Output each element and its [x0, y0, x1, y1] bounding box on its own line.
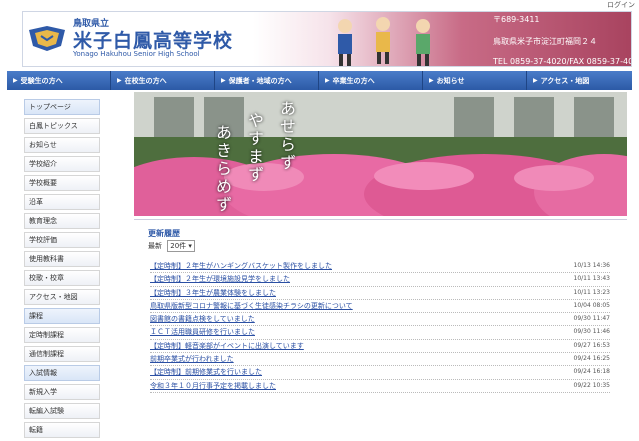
- school-name[interactable]: 米子白鳳高等学校: [73, 26, 233, 53]
- nav-label: 保護者・地域の方へ: [228, 76, 292, 85]
- update-link[interactable]: 鳥取県版新型コロナ警報に基づく生徒感染チラシの更新について: [150, 300, 353, 312]
- update-date: 10/04 08:05: [573, 301, 611, 309]
- nav-label: 在校生の方へ: [124, 76, 167, 85]
- update-date: 10/11 13:23: [573, 288, 611, 296]
- sidebar-item-news[interactable]: お知らせ: [24, 137, 100, 153]
- postal-code: 〒689-3411: [493, 15, 540, 24]
- sidebar-item-admissions[interactable]: 入試情報: [24, 365, 100, 381]
- update-date: 09/30 11:46: [573, 328, 611, 336]
- sidebar-item-courses[interactable]: 課程: [24, 308, 100, 324]
- update-date: 09/24 16:25: [573, 355, 611, 363]
- list-item: 【定時制】２年生が環境施設見学をしました 10/11 13:43: [150, 273, 611, 287]
- sidebar-item-new-enrollment[interactable]: 新規入学: [24, 384, 100, 400]
- nav-item-applicants[interactable]: ▶ 受験生の方へ: [7, 71, 111, 90]
- chevron-down-icon: ▾: [188, 242, 192, 250]
- update-count-value: 20件: [170, 242, 187, 250]
- tel-fax: TEL 0859-37-4020/FAX 0859-37-4021: [493, 57, 632, 66]
- update-date: 09/30 11:47: [573, 315, 611, 323]
- update-link[interactable]: 【定時制】３年生が農業体験をしました: [150, 287, 276, 299]
- nav-item-news[interactable]: ▶ お知らせ: [423, 71, 527, 90]
- list-item: ＩＣＴ活用職員研修を行いました 09/30 11:46: [150, 326, 611, 340]
- update-date: 10/11 13:43: [573, 275, 611, 283]
- update-link[interactable]: 令和３年１０月行事予定を掲載しました: [150, 380, 276, 392]
- sidebar-item-correspondence[interactable]: 通信制課程: [24, 346, 100, 362]
- site-header: 鳥取県立 米子白鳳高等学校 Yonago Hakuhou Senior High…: [22, 11, 632, 67]
- school-name-en: Yonago Hakuhou Senior High School: [73, 50, 200, 58]
- list-item: 前期卒業式が行われました 09/24 16:25: [150, 353, 611, 367]
- nav-item-graduates[interactable]: ▶ 卒業生の方へ: [319, 71, 423, 90]
- sidebar-item-top[interactable]: トップページ: [24, 99, 100, 115]
- sidebar-item-history[interactable]: 沿革: [24, 194, 100, 210]
- update-date: 09/22 10:35: [573, 381, 611, 389]
- sidebar-item-parttime[interactable]: 定時制課程: [24, 327, 100, 343]
- sidebar-item-transfer[interactable]: 転籍: [24, 422, 100, 438]
- arrow-icon: ▶: [533, 77, 538, 84]
- arrow-icon: ▶: [117, 77, 122, 84]
- update-count-control: 最新 20件 ▾: [148, 240, 195, 252]
- hero-slogan-2: やすまず: [245, 112, 264, 184]
- address-text: 鳥取県米子市淀江町福岡２４: [493, 37, 597, 46]
- update-link[interactable]: 前期卒業式が行われました: [150, 353, 234, 365]
- update-date: 10/13 14:36: [573, 262, 611, 269]
- list-item: 【定時制】２年生がハンギングバスケット製作をしました 10/13 14:36: [150, 260, 611, 274]
- update-link[interactable]: 【定時制】２年生が環境施設見学をしました: [150, 273, 290, 285]
- nav-label: アクセス・地図: [540, 76, 590, 85]
- arrow-icon: ▶: [325, 77, 330, 84]
- main-nav: ▶ 受験生の方へ ▶ 在校生の方へ ▶ 保護者・地域の方へ ▶ 卒業生の方へ ▶ お知らせ…: [7, 71, 632, 90]
- list-item: 【定時制】３年生が農業体験をしました 10/11 13:23: [150, 287, 610, 300]
- update-history-title: 更新履歴: [148, 229, 180, 238]
- arrow-icon: ▶: [429, 77, 434, 84]
- list-item: 【定時制】軽音楽部がイベントに出演しています 09/27 16:53: [150, 340, 611, 354]
- update-date: 09/27 16:53: [573, 341, 611, 349]
- azalea-photo: [134, 92, 627, 216]
- sidebar-item-overview[interactable]: 学校概要: [24, 175, 100, 191]
- students-illustration-icon: [338, 17, 430, 66]
- sidebar: トップページ 白鳳トピックス お知らせ 学校紹介 学校概要 沿革 教育理念 学校…: [24, 99, 100, 441]
- update-count-label: 最新: [148, 242, 162, 250]
- hero-slogan-1: あせらず: [277, 100, 296, 172]
- list-item: 【定時制】前期修業式を行いました 09/24 16:18: [150, 366, 611, 380]
- nav-item-students[interactable]: ▶ 在校生の方へ: [111, 71, 215, 90]
- nav-label: お知らせ: [436, 76, 465, 85]
- sidebar-item-philosophy[interactable]: 教育理念: [24, 213, 100, 229]
- school-address-block: 〒689-3411 鳥取県米子市淀江町福岡２４ TEL 0859-37-4020…: [493, 14, 632, 66]
- list-item: 図書館の書籍点検をしていました 09/30 11:47: [150, 313, 611, 327]
- update-link[interactable]: 【定時制】前期修業式を行いました: [150, 366, 262, 378]
- sidebar-item-topics[interactable]: 白鳳トピックス: [24, 118, 100, 134]
- sidebar-item-song[interactable]: 校歌・校章: [24, 270, 100, 286]
- top-bar: ログイン: [0, 0, 639, 11]
- list-item: 令和３年１０月行事予定を掲載しました 09/22 10:35: [150, 380, 610, 393]
- nav-item-parents[interactable]: ▶ 保護者・地域の方へ: [215, 71, 319, 90]
- nav-label: 受験生の方へ: [20, 76, 63, 85]
- update-date: 09/24 16:18: [573, 368, 611, 376]
- update-history-panel: 更新履歴 最新 20件 ▾ 【定時制】２年生がハンギングバスケット製作をしました…: [134, 219, 627, 393]
- update-link[interactable]: 図書館の書籍点検をしていました: [150, 313, 255, 325]
- update-link[interactable]: ＩＣＴ活用職員研修を行いました: [150, 326, 255, 338]
- sidebar-item-transfer-exam[interactable]: 転編入試験: [24, 403, 100, 419]
- sidebar-item-evaluation[interactable]: 学校評価: [24, 232, 100, 248]
- nav-label: 卒業生の方へ: [332, 76, 375, 85]
- update-list: 【定時制】２年生がハンギングバスケット製作をしました 10/13 14:36 【定…: [150, 260, 610, 393]
- update-count-select[interactable]: 20件 ▾: [167, 240, 195, 252]
- sidebar-item-textbooks[interactable]: 使用教科書: [24, 251, 100, 267]
- update-link[interactable]: 【定時制】軽音楽部がイベントに出演しています: [150, 340, 304, 352]
- login-link[interactable]: ログイン: [607, 0, 635, 10]
- hero-image: あせらず やすまず あきらめず: [134, 92, 627, 216]
- arrow-icon: ▶: [221, 77, 226, 84]
- nav-item-access[interactable]: ▶ アクセス・地図: [527, 71, 632, 90]
- sidebar-item-about[interactable]: 学校紹介: [24, 156, 100, 172]
- sidebar-item-access[interactable]: アクセス・地図: [24, 289, 100, 305]
- list-item: 鳥取県版新型コロナ警報に基づく生徒感染チラシの更新について 10/04 08:05: [150, 300, 611, 314]
- header-banner: 〒689-3411 鳥取県米子市淀江町福岡２４ TEL 0859-37-4020…: [253, 12, 632, 66]
- update-link[interactable]: 【定時制】２年生がハンギングバスケット製作をしました: [150, 260, 332, 272]
- hero-slogan-3: あきらめず: [213, 124, 232, 214]
- arrow-icon: ▶: [13, 77, 18, 84]
- school-emblem-icon: [29, 26, 65, 51]
